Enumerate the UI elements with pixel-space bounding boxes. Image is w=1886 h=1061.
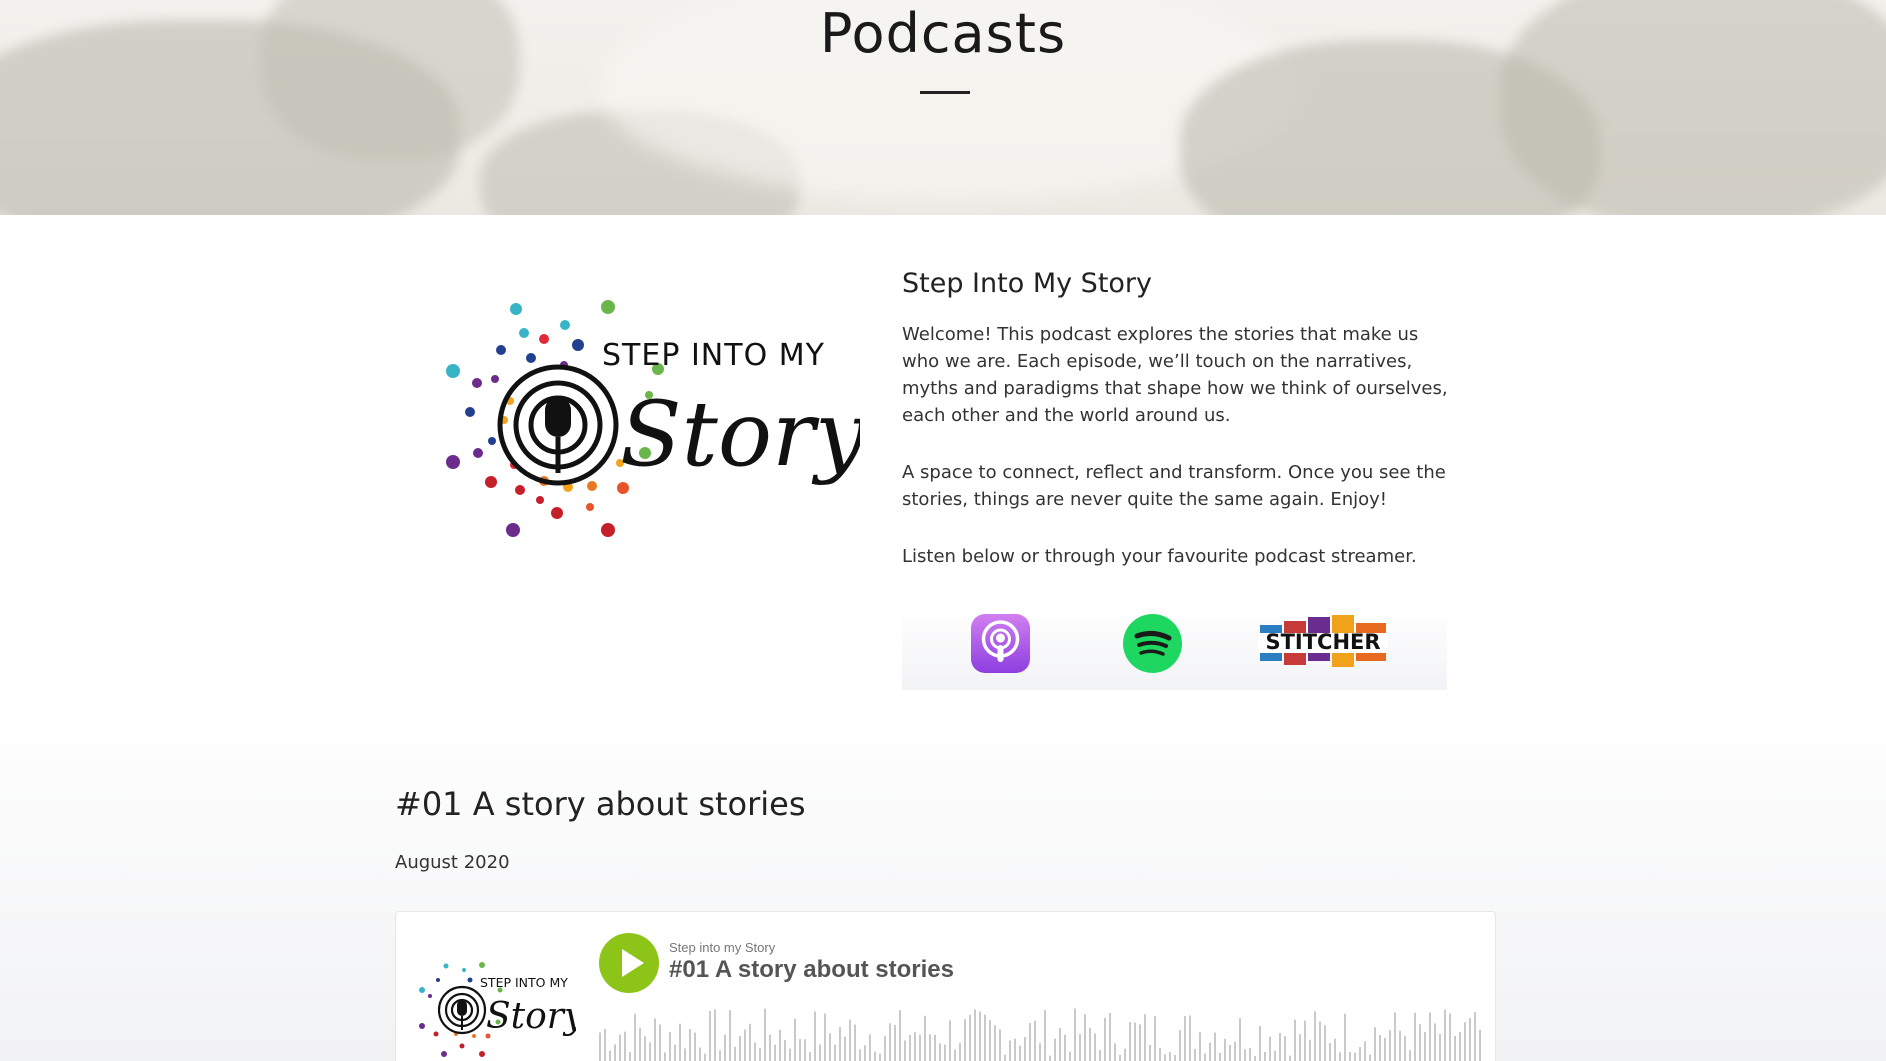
spotify-icon[interactable]: [1123, 614, 1182, 673]
platform-links: STITCHER: [902, 605, 1447, 690]
podcast-logo: STEP INTO MY Story: [446, 300, 860, 537]
waveform-scrubber[interactable]: [599, 1004, 1484, 1061]
page-title: Podcasts: [819, 2, 1067, 65]
audio-player: STEP INTO MY Story Step into my Story #0…: [395, 911, 1496, 1061]
svg-text:Story: Story: [486, 996, 576, 1037]
episode-date: August 2020: [395, 852, 510, 873]
intro-paragraph: Listen below or through your favourite p…: [902, 546, 1417, 567]
player-episode-title: #01 A story about stories: [669, 956, 954, 983]
hero-banner: Podcasts: [0, 0, 1886, 215]
svg-text:STITCHER: STITCHER: [1265, 630, 1380, 654]
title-divider: [920, 91, 970, 94]
stitcher-logo[interactable]: STITCHER: [1258, 615, 1388, 671]
podcast-intro: Step Into My Story Welcome! This podcast…: [902, 268, 1452, 600]
play-button[interactable]: [599, 933, 659, 993]
svg-text:STEP INTO MY: STEP INTO MY: [480, 975, 568, 990]
apple-podcasts-icon[interactable]: [971, 614, 1030, 673]
svg-text:Story: Story: [620, 382, 860, 487]
episode-title: #01 A story about stories: [395, 785, 806, 823]
intro-paragraph: Welcome! This podcast explores the stori…: [902, 324, 1448, 426]
svg-text:STEP INTO MY: STEP INTO MY: [602, 338, 825, 373]
player-podcast-logo: STEP INTO MY Story: [419, 962, 576, 1057]
podcast-title: Step Into My Story: [902, 268, 1153, 299]
intro-paragraph: A space to connect, reflect and transfor…: [902, 462, 1446, 510]
player-show-name: Step into my Story: [669, 940, 776, 955]
